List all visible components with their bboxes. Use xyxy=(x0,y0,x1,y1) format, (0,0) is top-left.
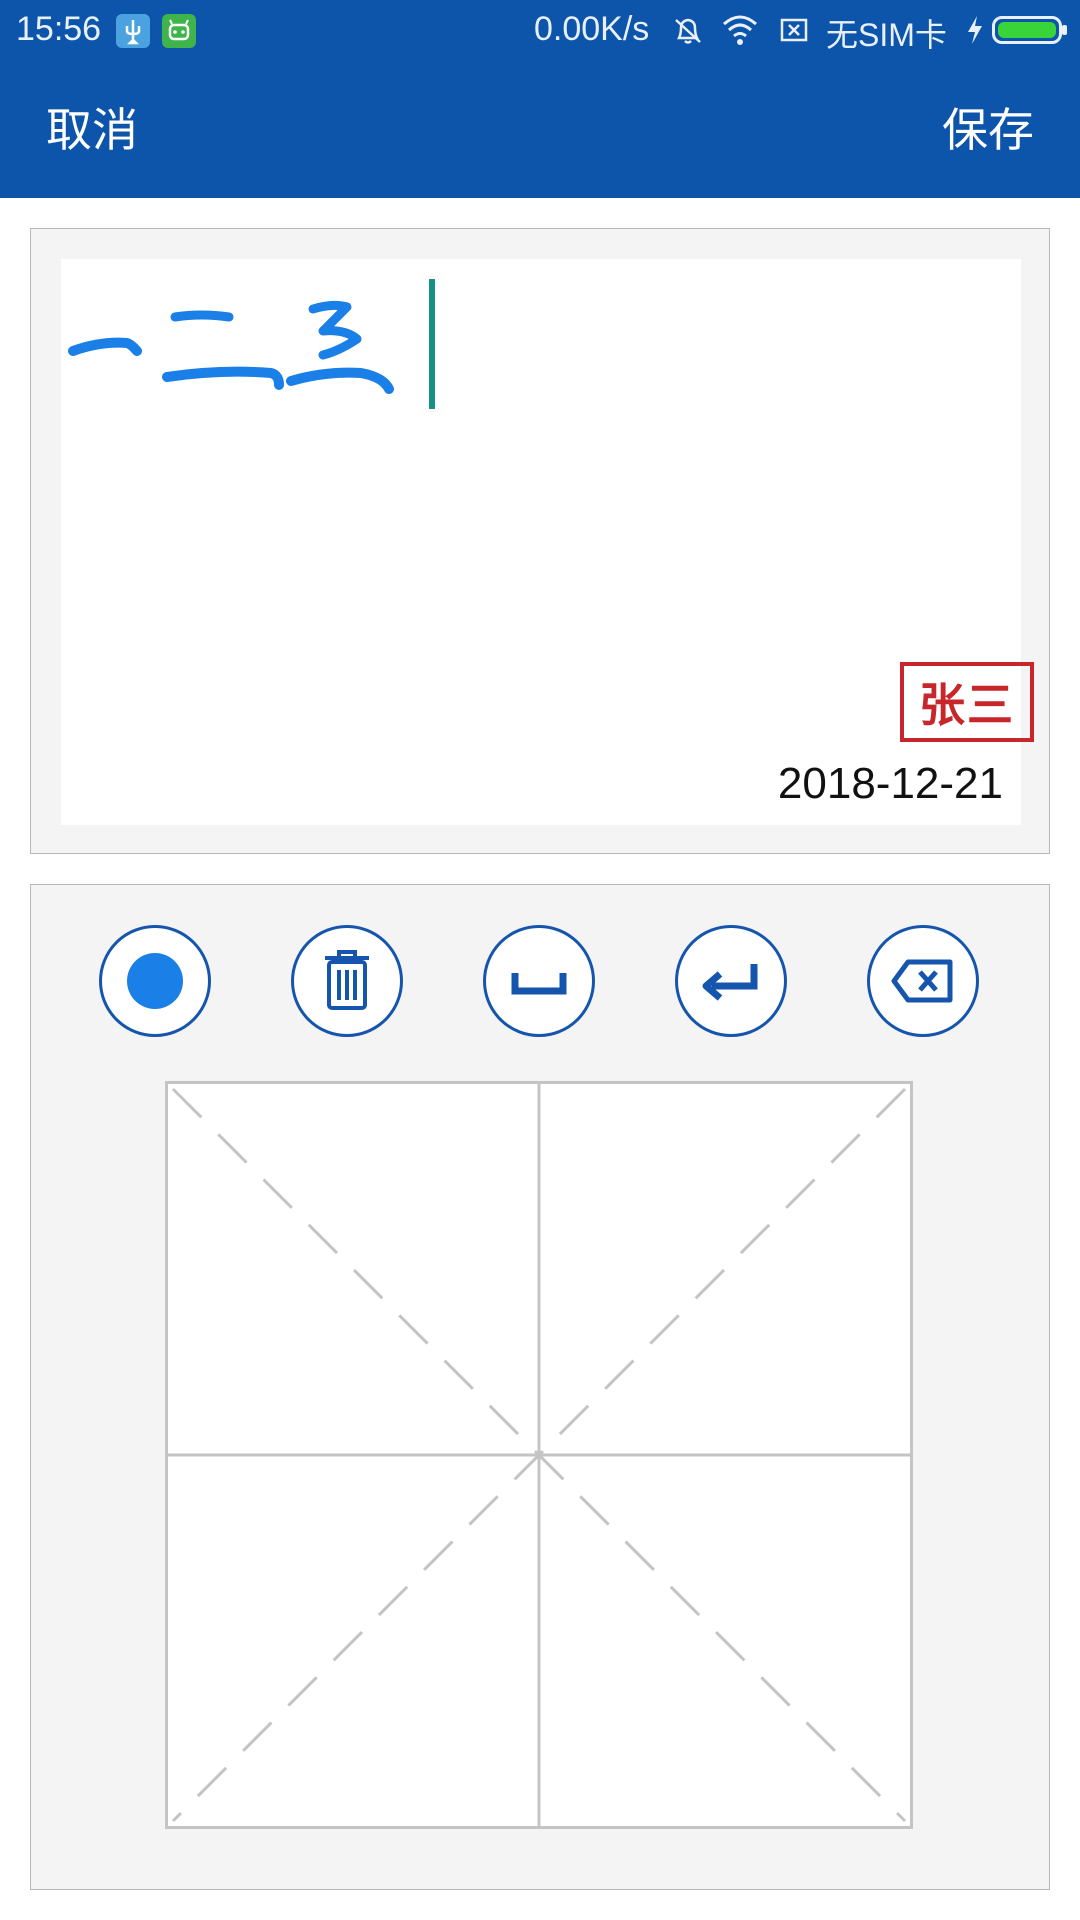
signature-stamp: 张三 xyxy=(900,662,1034,742)
writing-preview[interactable]: 张三 2018-12-21 xyxy=(61,259,1034,825)
date-label: 2018-12-21 xyxy=(777,759,1003,808)
status-bar: 15:56 0.00K/s 无SIM卡 xyxy=(0,0,1080,64)
pen-color-button[interactable] xyxy=(99,925,211,1037)
android-icon xyxy=(162,14,196,48)
mute-icon xyxy=(670,12,706,52)
trash-icon xyxy=(317,946,377,1016)
clear-button[interactable] xyxy=(291,925,403,1037)
dot-icon xyxy=(125,951,185,1011)
input-panel xyxy=(30,884,1050,1890)
enter-icon xyxy=(696,956,766,1006)
charging-icon xyxy=(964,12,986,52)
wifi-icon xyxy=(720,12,760,52)
app-bar: 15:56 0.00K/s 无SIM卡 取消 保存 xyxy=(0,0,1080,198)
network-speed: 0.00K/s xyxy=(534,10,650,48)
delete-button[interactable] xyxy=(867,925,979,1037)
usb-icon xyxy=(116,14,150,48)
sim-status: 无SIM卡 xyxy=(826,17,947,53)
battery-icon xyxy=(992,16,1067,44)
save-button[interactable]: 保存 xyxy=(942,94,1034,160)
space-button[interactable] xyxy=(483,925,595,1037)
backspace-icon xyxy=(888,956,958,1006)
cancel-button[interactable]: 取消 xyxy=(46,94,138,160)
status-time: 15:56 xyxy=(16,10,102,48)
preview-panel: 张三 2018-12-21 xyxy=(30,228,1050,854)
handwritten-text xyxy=(68,300,394,394)
sim-error-icon xyxy=(776,12,812,52)
text-cursor xyxy=(429,279,435,409)
space-icon xyxy=(509,961,569,1001)
newline-button[interactable] xyxy=(675,925,787,1037)
handwriting-pad[interactable] xyxy=(165,1081,913,1829)
